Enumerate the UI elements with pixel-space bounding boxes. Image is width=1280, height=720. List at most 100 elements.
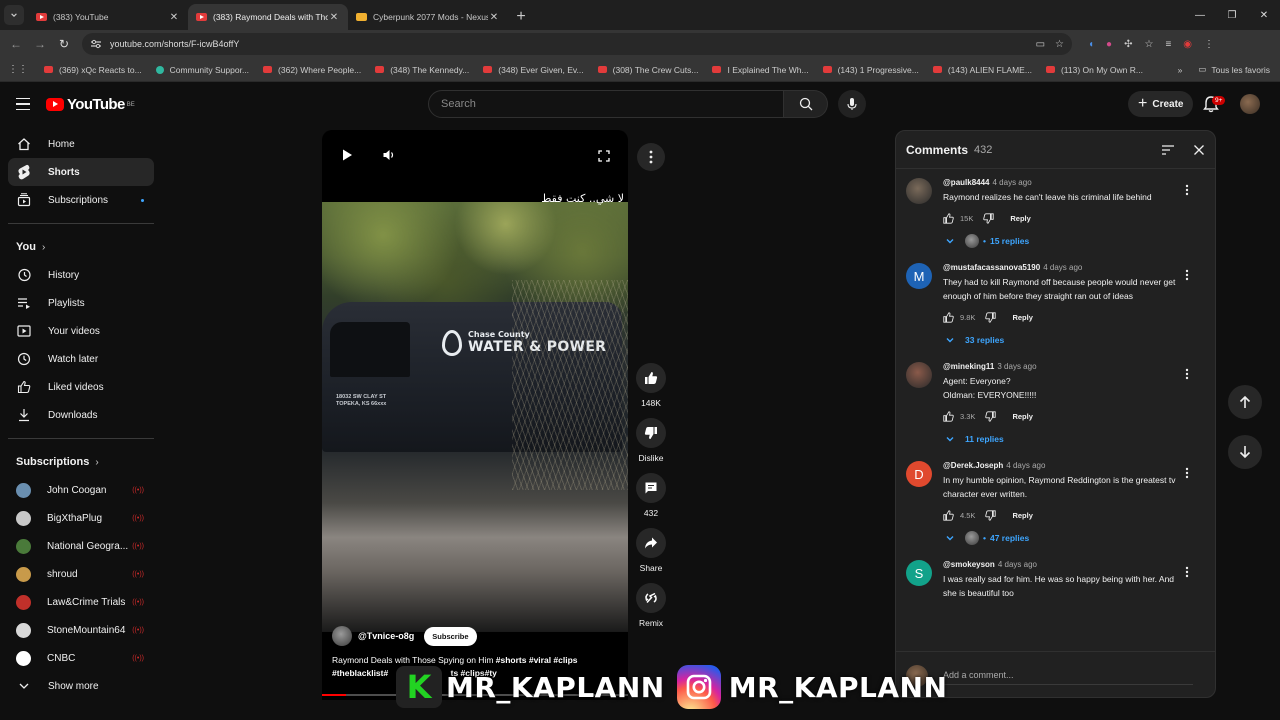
reply-button[interactable]: Reply: [1010, 214, 1030, 223]
bookmark-item[interactable]: (143) 1 Progressive...: [822, 65, 919, 75]
sidebar-subscription-item[interactable]: John Coogan ((•)): [8, 476, 154, 504]
bookmark-item[interactable]: (362) Where People...: [263, 65, 361, 75]
account-avatar[interactable]: [1240, 94, 1260, 114]
browser-tab[interactable]: (383) YouTube ✕: [28, 4, 188, 30]
sidebar-item-playlists[interactable]: Playlists: [8, 289, 154, 317]
play-icon[interactable]: [340, 148, 354, 162]
comment-more-icon[interactable]: [1185, 566, 1189, 578]
bookmark-item[interactable]: I Explained The Wh...: [712, 65, 809, 75]
commenter-avatar[interactable]: [906, 178, 932, 204]
sidebar-item-subscriptions[interactable]: Subscriptions: [8, 186, 154, 214]
comment-author[interactable]: @paulk8444: [943, 178, 990, 187]
bookmark-item[interactable]: (113) On My Own R...: [1045, 65, 1143, 75]
sidebar-subscription-item[interactable]: CNBC ((•)): [8, 644, 154, 672]
sidebar-subscription-item[interactable]: StoneMountain64 ((•)): [8, 616, 154, 644]
comment-time[interactable]: 3 days ago: [997, 362, 1036, 371]
comment-author[interactable]: @mustafacassanova5190: [943, 263, 1040, 272]
forward-icon[interactable]: →: [28, 32, 52, 56]
browser-tab[interactable]: Cyberpunk 2077 Mods - Nexus ✕: [348, 4, 508, 30]
like-action[interactable]: 148K: [636, 363, 666, 412]
bookmark-item[interactable]: (348) Ever Given, Ev...: [483, 65, 584, 75]
shorts-player[interactable]: Chase County WATER & POWER 18032 SW CLAY…: [322, 130, 628, 700]
more-options-button[interactable]: [637, 143, 665, 171]
browser-tab-active[interactable]: (383) Raymond Deals with Tho ✕: [188, 4, 348, 30]
comment-time[interactable]: 4 days ago: [1006, 461, 1045, 470]
profile-icon[interactable]: ◉: [1183, 39, 1192, 50]
tab-close-icon[interactable]: ✕: [488, 12, 500, 23]
sidebar-item-watch-later[interactable]: Watch later: [8, 345, 154, 373]
comment-author[interactable]: @mineking11: [943, 362, 994, 371]
sidebar-item-home[interactable]: Home: [8, 130, 154, 158]
channel-avatar[interactable]: [332, 626, 352, 646]
sidebar-item-shorts[interactable]: Shorts: [8, 158, 154, 186]
comment-more-icon[interactable]: [1185, 368, 1189, 380]
view-replies-button[interactable]: 33 replies: [945, 333, 1183, 347]
sidebar-item-downloads[interactable]: Downloads: [8, 401, 154, 429]
comment-author[interactable]: @Derek.Joseph: [943, 461, 1003, 470]
comment-time[interactable]: 4 days ago: [1043, 263, 1082, 272]
extension-icon[interactable]: ◖: [1088, 39, 1094, 50]
reload-icon[interactable]: ↻: [52, 32, 76, 56]
bookmark-item[interactable]: (348) The Kennedy...: [375, 65, 469, 75]
reply-button[interactable]: Reply: [1012, 511, 1032, 520]
sidebar-subscription-item[interactable]: Law&Crime Trials ((•)): [8, 588, 154, 616]
like-icon[interactable]: [943, 212, 954, 224]
commenter-avatar[interactable]: D: [906, 461, 932, 487]
voice-search-button[interactable]: [838, 90, 866, 118]
like-icon[interactable]: [943, 311, 954, 323]
commenter-avatar[interactable]: [906, 362, 932, 388]
site-info-icon[interactable]: [90, 39, 102, 49]
channel-name[interactable]: @Tvnice-o8g: [358, 631, 414, 641]
more-bookmarks-icon[interactable]: »: [1178, 65, 1183, 75]
sidebar-subscription-item[interactable]: shroud ((•)): [8, 560, 154, 588]
fullscreen-icon[interactable]: [598, 150, 610, 162]
menu-icon[interactable]: [16, 97, 40, 111]
commenter-avatar[interactable]: M: [906, 263, 932, 289]
dislike-icon[interactable]: [985, 311, 997, 323]
reply-button[interactable]: Reply: [1012, 412, 1032, 421]
close-icon[interactable]: [1193, 144, 1205, 156]
tab-close-icon[interactable]: ✕: [168, 12, 180, 23]
like-icon[interactable]: [943, 509, 954, 521]
bookmark-item[interactable]: (143) ALIEN FLAME...: [932, 65, 1032, 75]
comment-more-icon[interactable]: [1185, 184, 1189, 196]
create-button[interactable]: + Create: [1128, 91, 1194, 117]
bookmark-star-icon[interactable]: ☆: [1055, 39, 1064, 50]
omnibox[interactable]: youtube.com/shorts/F-icwB4offY ▭ ☆: [82, 33, 1072, 55]
share-action[interactable]: Share: [636, 528, 666, 577]
comments-action[interactable]: 432: [636, 473, 666, 522]
sidebar-subscriptions-heading[interactable]: Subscriptions ›: [8, 448, 154, 476]
cast-icon[interactable]: ▭: [1036, 39, 1045, 50]
reading-list-icon[interactable]: ≡: [1165, 39, 1171, 50]
comment-author[interactable]: @smokeyson: [943, 560, 995, 569]
minimize-icon[interactable]: —: [1184, 10, 1216, 21]
sidebar-subscription-item[interactable]: National Geogra... ((•)): [8, 532, 154, 560]
search-box[interactable]: [428, 90, 784, 118]
bookmark-item[interactable]: Community Suppor...: [155, 65, 249, 75]
all-bookmarks-folder[interactable]: ▭ Tous les favoris: [1198, 64, 1270, 75]
dislike-icon[interactable]: [983, 212, 995, 224]
apps-icon[interactable]: ⋮⋮: [8, 64, 28, 75]
commenter-avatar[interactable]: S: [906, 560, 932, 586]
comment-time[interactable]: 4 days ago: [993, 178, 1032, 187]
menu-dots-icon[interactable]: ⋮: [1204, 39, 1214, 50]
bookmark-item[interactable]: (369) xQc Reacts to...: [44, 65, 142, 75]
view-replies-button[interactable]: • 15 replies: [945, 234, 1183, 248]
new-tab-button[interactable]: +: [508, 4, 534, 30]
like-icon[interactable]: [943, 410, 954, 422]
back-icon[interactable]: ←: [4, 32, 28, 56]
subscribe-button[interactable]: Subscribe: [424, 626, 477, 646]
sidebar-subscription-item[interactable]: BigXthaPlug ((•)): [8, 504, 154, 532]
comment-more-icon[interactable]: [1185, 269, 1189, 281]
dislike-action[interactable]: Dislike: [636, 418, 666, 467]
previous-short-button[interactable]: [1228, 385, 1262, 419]
view-replies-button[interactable]: 11 replies: [945, 432, 1183, 446]
sort-icon[interactable]: [1161, 144, 1175, 156]
remix-action[interactable]: Remix: [636, 583, 666, 632]
dislike-icon[interactable]: [985, 410, 997, 422]
comment-time[interactable]: 4 days ago: [998, 560, 1037, 569]
dislike-icon[interactable]: [985, 509, 997, 521]
comment-more-icon[interactable]: [1185, 467, 1189, 479]
tab-search-button[interactable]: [4, 5, 24, 25]
next-short-button[interactable]: [1228, 435, 1262, 469]
